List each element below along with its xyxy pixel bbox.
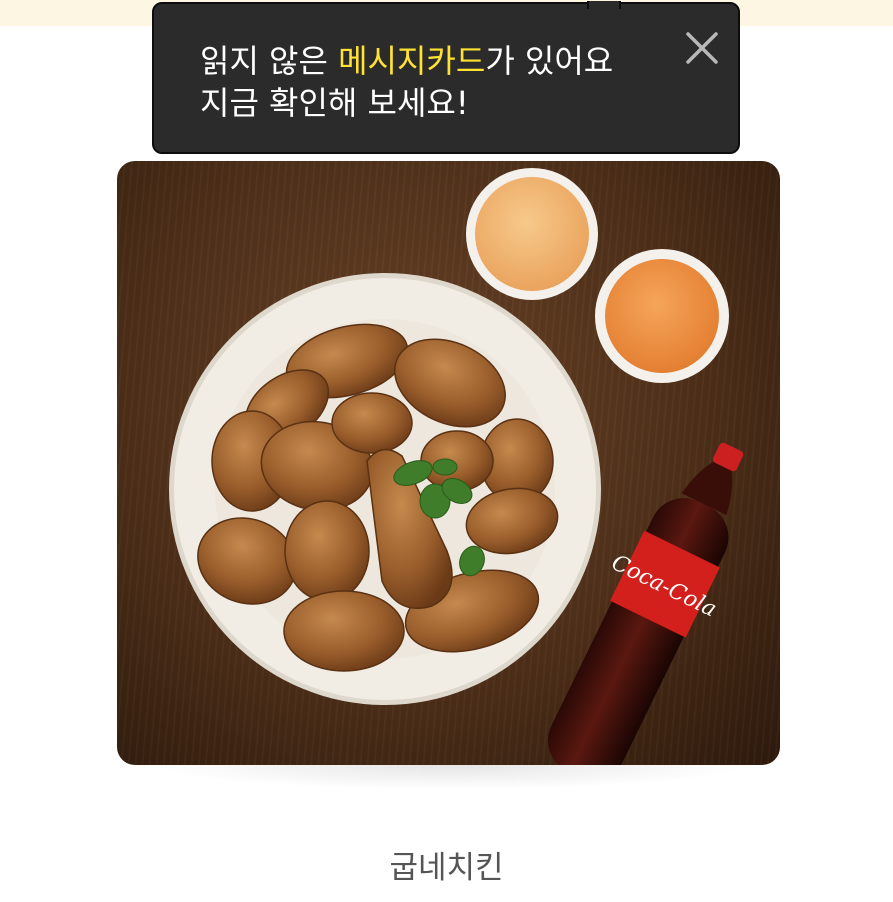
tooltip-notch	[587, 1, 621, 9]
tooltip-line1-after: 가 있어요	[485, 42, 614, 80]
product-brand-name: 굽네치킨	[389, 850, 504, 886]
tooltip-message: 읽지 않은 메시지카드가 있어요 지금 확인해 보세요!	[200, 40, 613, 124]
chicken-meal-image: Coca-Cola	[169, 168, 744, 765]
tooltip-line1-before: 읽지 않은	[200, 42, 339, 80]
tooltip-close-button[interactable]	[682, 28, 722, 68]
tooltip-highlight: 메시지카드	[338, 42, 486, 80]
tooltip-line-2: 지금 확인해 보세요!	[200, 84, 469, 122]
product-image-card[interactable]: Coca-Cola	[117, 161, 780, 765]
tooltip-line-1: 읽지 않은 메시지카드가 있어요	[200, 40, 613, 82]
unread-message-tooltip: 읽지 않은 메시지카드가 있어요 지금 확인해 보세요!	[152, 1, 740, 154]
close-icon	[686, 32, 718, 64]
